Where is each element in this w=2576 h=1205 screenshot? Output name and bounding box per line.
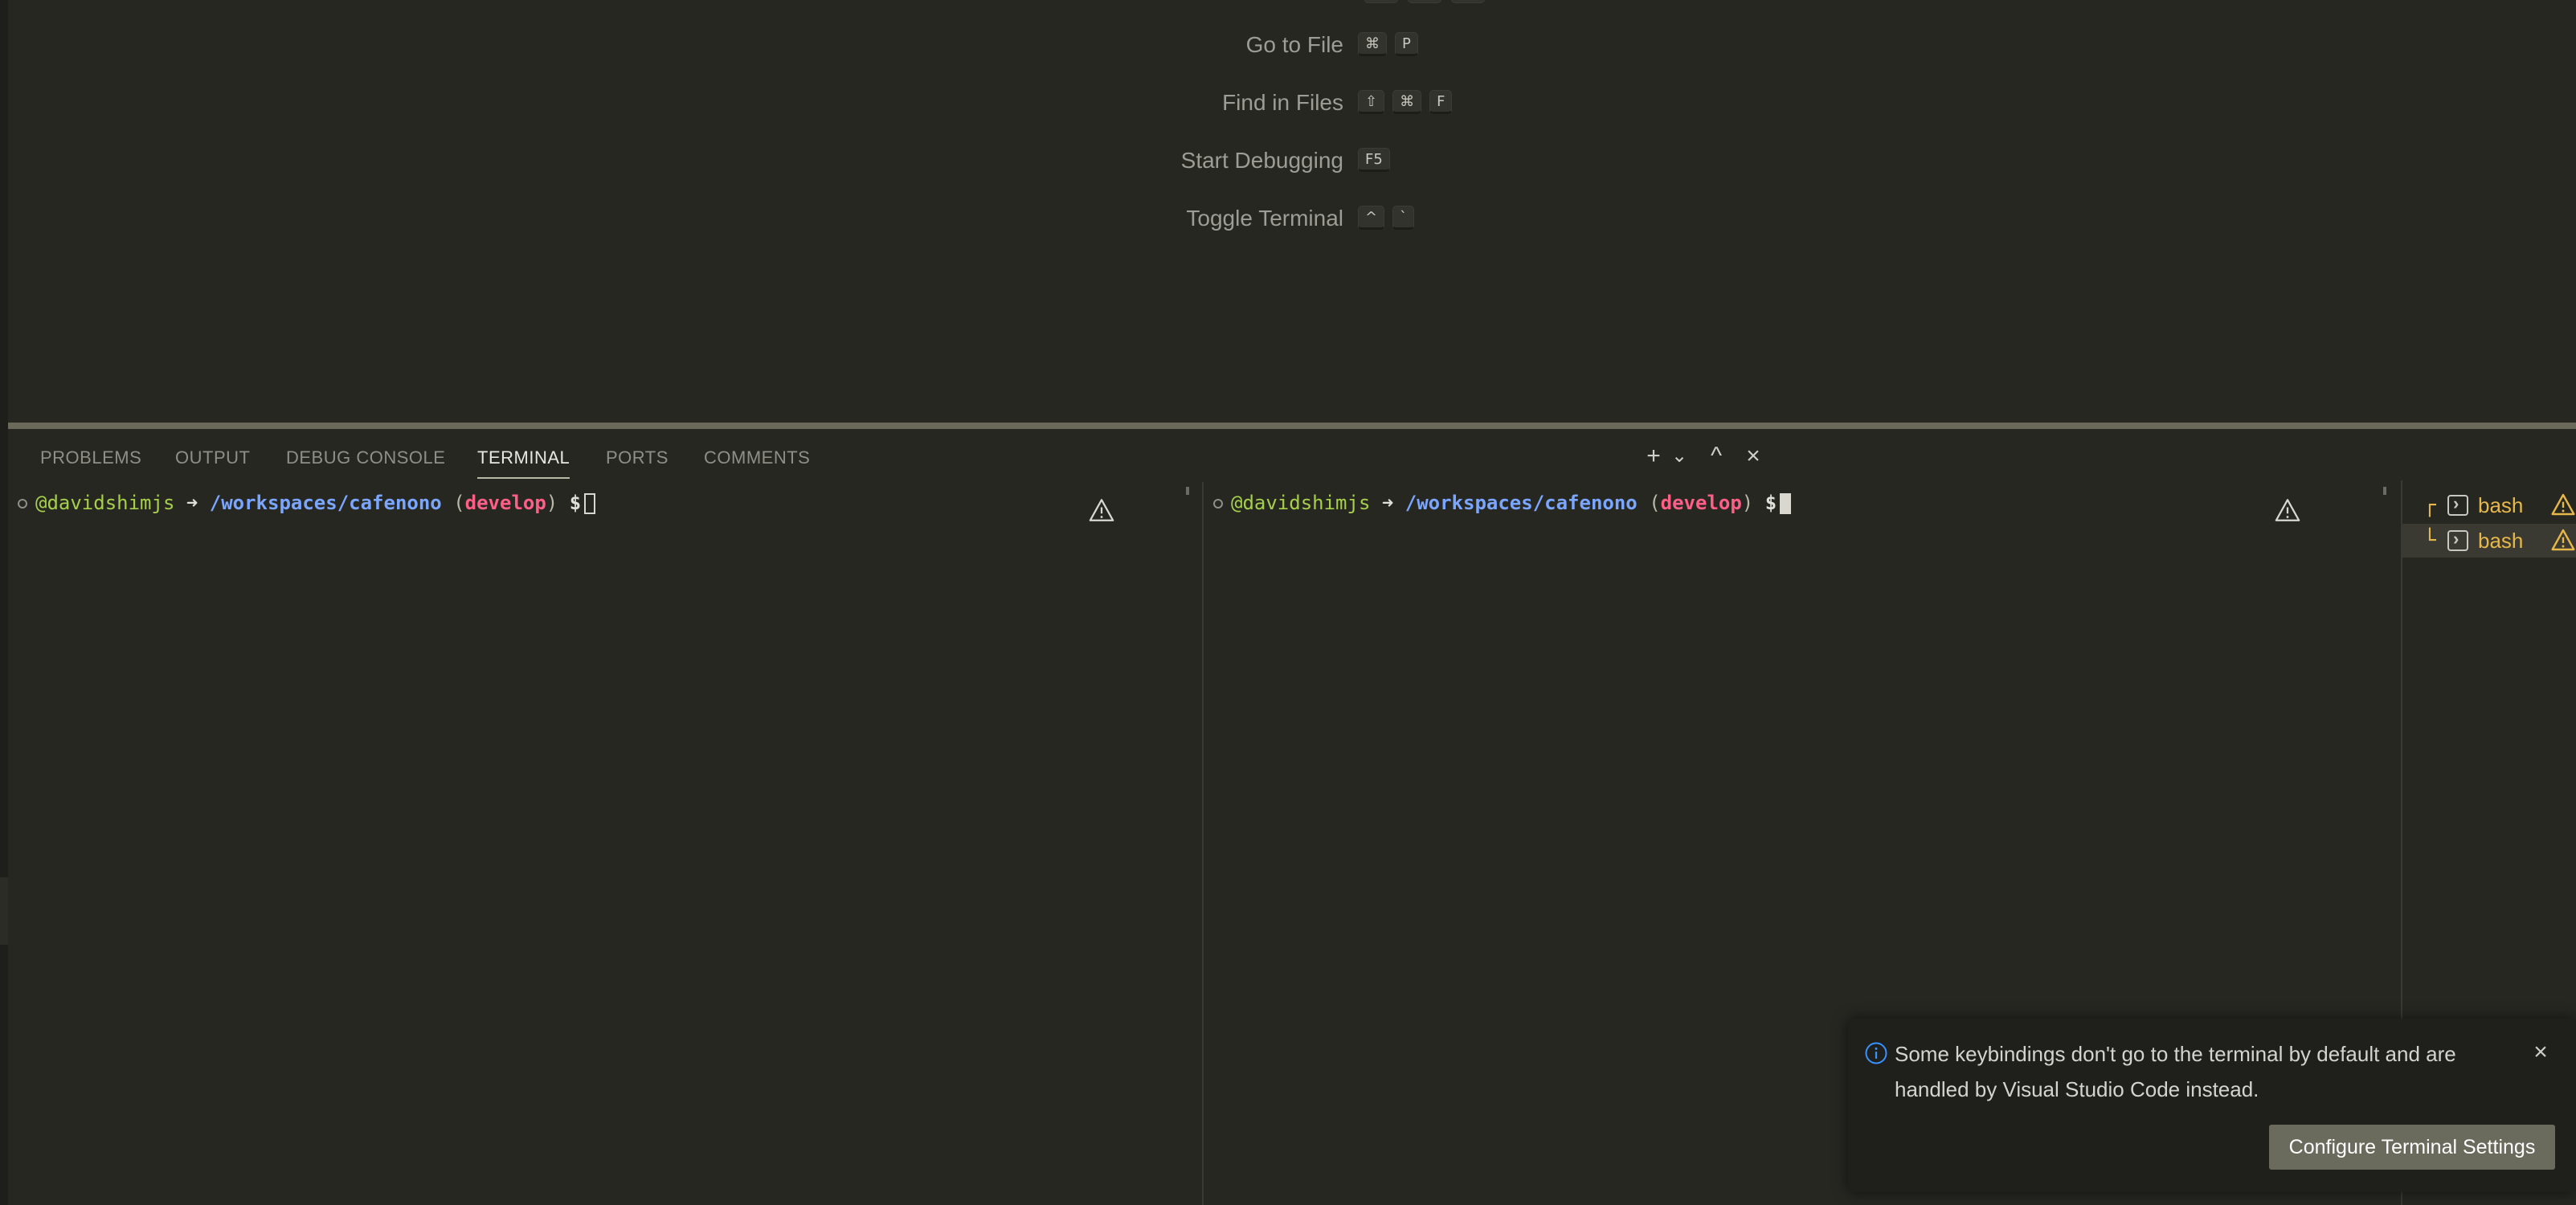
panel-tab-bar: PROBLEMS OUTPUT DEBUG CONSOLE TERMINAL P… xyxy=(8,429,2576,480)
prompt-paren-open: ( xyxy=(1649,492,1661,514)
tab-problems[interactable]: PROBLEMS xyxy=(40,442,141,474)
terminal-cursor xyxy=(1780,493,1792,514)
notification-toast: Some keybindings don't go to the termina… xyxy=(1848,1019,2576,1192)
prompt-branch: develop xyxy=(464,492,546,514)
shortcut-label: Go to File xyxy=(1245,32,1343,57)
key-f5: F5 xyxy=(1358,148,1390,172)
terminal-prompt: @davidshimjs ➜ /workspaces/cafenono (dev… xyxy=(18,488,596,517)
tab-comments[interactable]: COMMENTS xyxy=(704,442,810,474)
terminal-tab-name: bash xyxy=(2478,529,2524,553)
split-tree-glyph: ┌ xyxy=(2423,493,2436,517)
prompt-paren-close: ) xyxy=(546,492,558,514)
prompt-arrow: ➜ xyxy=(186,492,198,514)
scrollbar-marker[interactable] xyxy=(2383,487,2386,495)
shortcut-label: Toggle Terminal xyxy=(1186,206,1343,231)
key-cmd: ⌘ xyxy=(1392,90,1422,114)
key-shift: ⇧ xyxy=(1358,90,1385,114)
configure-terminal-settings-button[interactable]: Configure Terminal Settings xyxy=(2269,1125,2555,1170)
terminal-prompt: @davidshimjs ➜ /workspaces/cafenono (dev… xyxy=(1213,488,1792,517)
terminal-tab-bash-2[interactable]: └ bash xyxy=(2402,522,2576,558)
info-icon xyxy=(1865,1042,1887,1064)
warning-icon[interactable] xyxy=(1088,496,1115,524)
close-panel-icon[interactable]: × xyxy=(1737,440,1769,472)
terminal-tab-name: bash xyxy=(2478,493,2524,517)
command-decoration-icon[interactable] xyxy=(18,499,27,509)
warning-icon xyxy=(2551,493,2575,516)
close-notification-icon[interactable]: × xyxy=(2525,1036,2557,1068)
prompt-branch: develop xyxy=(1660,492,1742,514)
warning-icon xyxy=(2551,529,2575,551)
notification-message: Some keybindings don't go to the termina… xyxy=(1895,1042,2456,1101)
scrollbar-marker[interactable] xyxy=(1186,487,1189,495)
shortcut-keys: ⇧ ⌘ F xyxy=(1358,90,1453,114)
key-ctrl: ^ xyxy=(1358,206,1385,230)
key-f: F xyxy=(1429,90,1453,114)
key-backtick: ` xyxy=(1392,206,1415,230)
shortcut-find-in-files: Find in Files ⇧ ⌘ F xyxy=(8,87,1453,119)
shortcut-keys: ^ ` xyxy=(1358,206,1415,230)
shortcut-keys: F5 xyxy=(1358,148,1390,172)
key-cmd: ⌘ xyxy=(1358,32,1387,56)
activity-strip-notch xyxy=(0,877,8,945)
shortcut-start-debugging: Start Debugging F5 xyxy=(8,145,1390,177)
split-tree-glyph: └ xyxy=(2423,529,2436,553)
prompt-user: @davidshimjs xyxy=(1231,492,1371,514)
prompt-path: /workspaces/cafenono xyxy=(209,492,442,514)
command-decoration-icon[interactable] xyxy=(1213,499,1223,509)
prompt-path: /workspaces/cafenono xyxy=(1405,492,1638,514)
prompt-paren-open: ( xyxy=(453,492,465,514)
activity-strip xyxy=(0,0,8,1205)
shortcut-label: Start Debugging xyxy=(1180,148,1343,173)
terminal-cursor xyxy=(584,493,596,514)
shortcut-keys: ⌘ P xyxy=(1358,32,1418,56)
chevron-down-icon[interactable]: ⌄ xyxy=(1663,440,1695,472)
tab-ports[interactable]: PORTS xyxy=(606,442,669,474)
prompt-dollar: $ xyxy=(1764,492,1777,514)
tab-terminal[interactable]: TERMINAL xyxy=(477,442,570,479)
maximize-panel-icon[interactable]: ^ xyxy=(1700,440,1732,472)
terminal-tab-bash-1[interactable]: ┌ bash xyxy=(2402,487,2576,522)
terminal-icon xyxy=(2447,522,2468,556)
shortcut-go-to-file: Go to File ⌘ P xyxy=(8,29,1418,61)
tab-output[interactable]: OUTPUT xyxy=(175,442,250,474)
clipped-shortcut-keys xyxy=(1364,0,1485,3)
shortcut-toggle-terminal: Toggle Terminal ^ ` xyxy=(8,202,1415,235)
prompt-paren-close: ) xyxy=(1741,492,1754,514)
warning-icon[interactable] xyxy=(2274,496,2301,524)
terminal-icon xyxy=(2447,487,2468,521)
tab-debug-console[interactable]: DEBUG CONSOLE xyxy=(286,442,445,474)
editor-watermark: Go to File ⌘ P Find in Files ⇧ ⌘ F Start… xyxy=(8,0,2576,423)
shortcut-label: Find in Files xyxy=(1222,90,1343,115)
key-p: P xyxy=(1395,32,1418,56)
prompt-dollar: $ xyxy=(569,492,582,514)
terminal-pane-left[interactable]: @davidshimjs ➜ /workspaces/cafenono (dev… xyxy=(8,480,1202,1205)
prompt-user: @davidshimjs xyxy=(35,492,175,514)
prompt-arrow: ➜ xyxy=(1381,492,1394,514)
panel-resize-sash[interactable] xyxy=(8,423,2576,429)
